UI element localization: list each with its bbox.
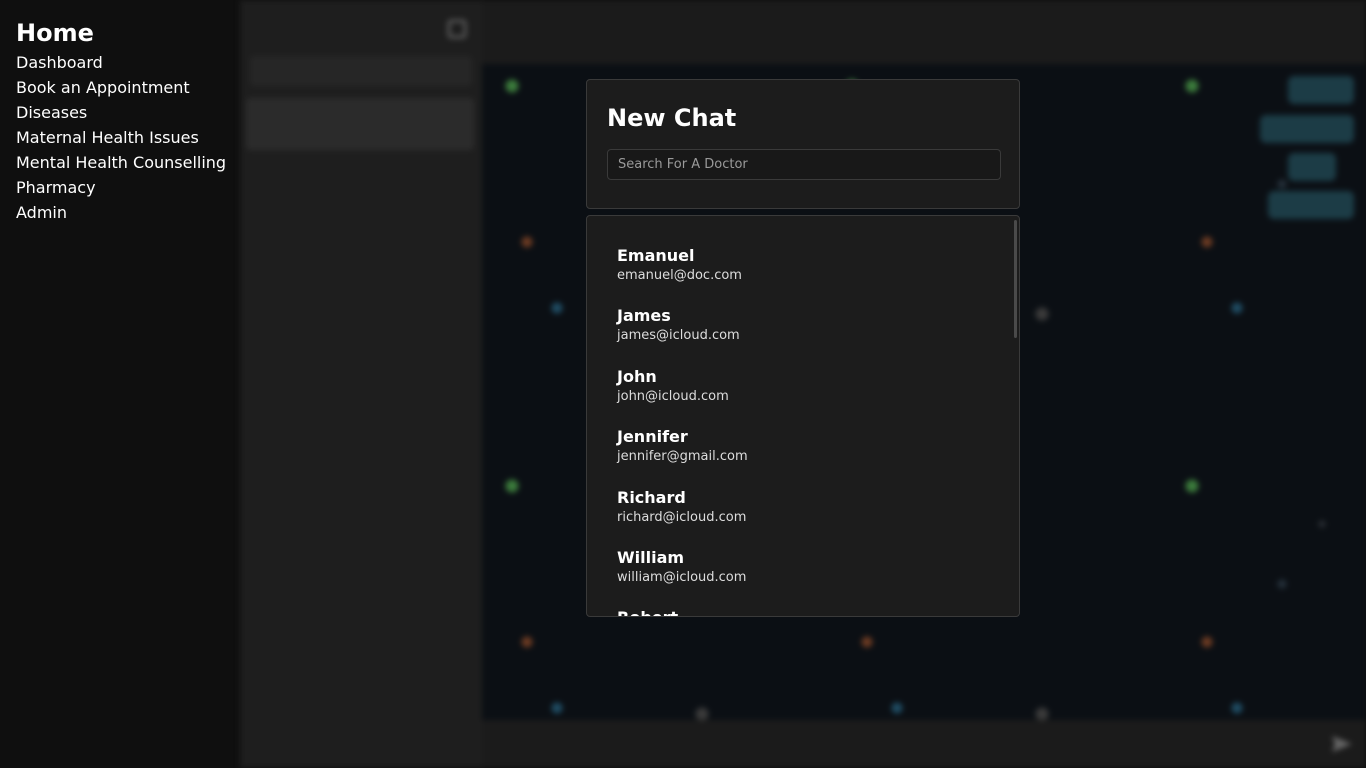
chat-bubble <box>1268 191 1354 219</box>
conversation-item-blurred <box>246 98 474 150</box>
message-composer <box>482 720 1366 768</box>
doctor-email: james@icloud.com <box>617 328 740 344</box>
doctor-name: Richard <box>617 487 686 507</box>
left-navigation: Home Dashboard Book an Appointment Disea… <box>0 0 240 768</box>
doctor-list-scrollbar[interactable] <box>1014 220 1017 338</box>
nav-item-dashboard[interactable]: Dashboard <box>16 50 224 75</box>
doctor-name: John <box>617 366 657 386</box>
chat-search-placeholder-blurred <box>250 56 472 86</box>
doctor-email: emanuel@doc.com <box>617 268 742 283</box>
doctor-email: jennifer@gmail.com <box>617 449 748 465</box>
doctor-item-jennifer[interactable]: Jennifer jennifer@gmail.com <box>587 426 1019 486</box>
doctor-item-richard[interactable]: Richard richard@icloud.com <box>587 487 1019 547</box>
chat-bubble <box>1288 76 1354 104</box>
doctor-name: Jennifer <box>617 427 688 447</box>
new-chat-title: New Chat <box>607 104 737 132</box>
doctor-item-john[interactable]: John john@icloud.com <box>587 366 1019 426</box>
chat-bubble <box>1288 153 1336 181</box>
doctor-email: william@icloud.com <box>617 569 747 585</box>
doctor-item-james[interactable]: James james@icloud.com <box>587 305 1019 365</box>
doctor-item-emanuel[interactable]: Emanuel emanuel@doc.com <box>587 245 1019 305</box>
doctor-name: Emanuel <box>617 246 695 265</box>
nav-item-book-appointment[interactable]: Book an Appointment <box>16 75 224 100</box>
doctor-list[interactable]: Emanuel emanuel@doc.com James james@iclo… <box>586 215 1020 617</box>
nav-home[interactable]: Home <box>16 18 224 48</box>
doctor-name: William <box>617 547 685 567</box>
doctor-item-william[interactable]: William william@icloud.com <box>587 547 1019 607</box>
doctor-item-robert[interactable]: Robert <box>587 607 1019 616</box>
doctor-list-scroll[interactable]: Emanuel emanuel@doc.com James james@iclo… <box>587 216 1019 616</box>
new-chat-modal-header: New Chat <box>586 79 1020 209</box>
chat-list-panel <box>240 0 482 768</box>
nav-item-pharmacy[interactable]: Pharmacy <box>16 175 224 200</box>
doctor-email: john@icloud.com <box>617 388 729 404</box>
doctor-search-input[interactable] <box>607 149 1001 180</box>
compose-icon <box>448 20 466 38</box>
nav-item-maternal-health[interactable]: Maternal Health Issues <box>16 125 224 150</box>
nav-item-diseases[interactable]: Diseases <box>16 100 224 125</box>
nav-item-mental-health[interactable]: Mental Health Counselling <box>16 150 226 175</box>
nav-item-admin[interactable]: Admin <box>16 200 224 225</box>
chat-bubble <box>1260 115 1354 143</box>
doctor-email: richard@icloud.com <box>617 509 747 525</box>
doctor-name: Robert <box>617 607 1019 616</box>
doctor-name: James <box>617 306 671 326</box>
chat-header <box>482 0 1366 64</box>
